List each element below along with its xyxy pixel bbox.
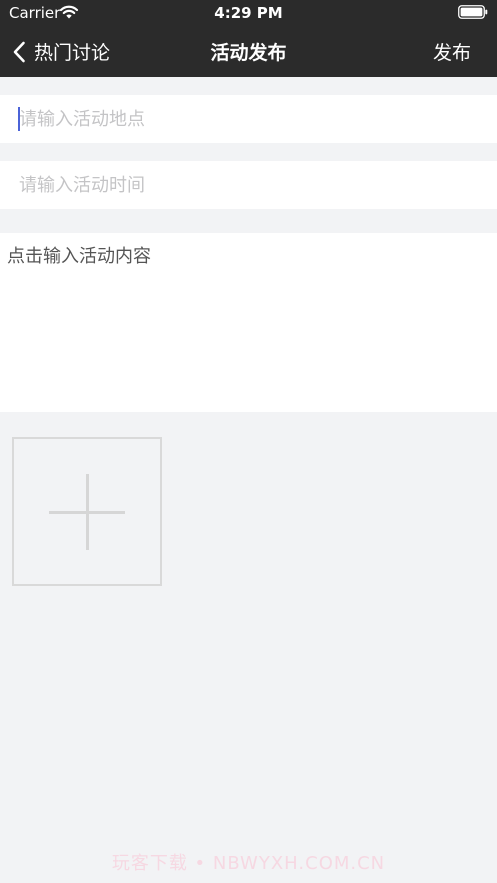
time-field-row [0,161,497,209]
clock: 4:29 PM [214,4,283,22]
publish-button[interactable]: 发布 [433,26,471,77]
status-bar: Carrier 4:29 PM [0,0,497,26]
content-area [0,233,497,412]
time-input[interactable] [19,161,479,209]
chevron-left-icon [13,41,25,62]
watermark: 玩客下载 • NBWYXH.COM.CN [111,853,386,874]
battery-icon [458,5,488,19]
back-button[interactable]: 热门讨论 [12,26,110,77]
add-photo-button[interactable] [12,437,162,586]
back-label: 热门讨论 [34,42,111,64]
location-field-row [0,95,497,143]
plus-icon [49,474,125,550]
location-input[interactable] [19,95,479,143]
text-cursor [18,107,20,131]
content-textarea[interactable] [7,242,489,402]
navigation-bar: 热门讨论 活动发布 发布 [0,26,497,77]
